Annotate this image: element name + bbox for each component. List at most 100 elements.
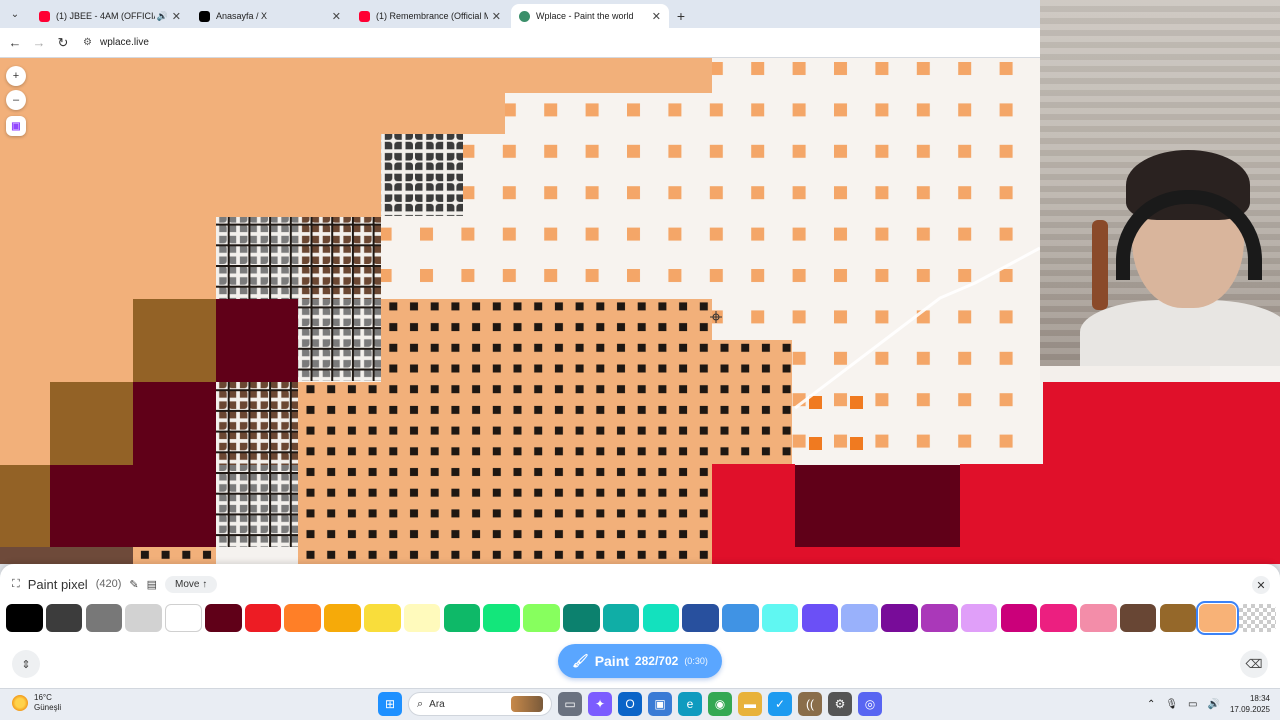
pencil-icon[interactable]: ✎ [129,578,138,591]
folder-icon[interactable]: ▬ [738,692,762,716]
file-explorer-icon[interactable]: ▭ [558,692,582,716]
color-swatch[interactable] [85,604,123,632]
copilot-icon[interactable]: ✦ [588,692,612,716]
system-tray: ⌃ 🎙 ▭ 🔊 18:34 17.09.2025 [1147,693,1270,715]
tab-youtube-jbee[interactable]: (1) JBEE - 4AM (OFFICIAL VI 🔊 ✕ [31,4,189,28]
color-swatch[interactable] [6,604,43,632]
tab-x-home[interactable]: Anasayfa / X ✕ [191,4,349,28]
color-swatch[interactable] [364,604,401,632]
search-placeholder: Ara [429,698,445,710]
taskbar-search[interactable]: ⌕ Ara [408,692,552,716]
color-swatch[interactable] [125,604,162,632]
plus-icon[interactable]: + [669,4,693,28]
chevron-up-icon[interactable]: ⌃ [1147,699,1155,710]
color-swatch[interactable] [960,604,998,632]
color-swatch[interactable] [682,604,719,632]
tab-wplace[interactable]: Wplace - Paint the world ✕ [511,4,669,28]
color-swatch[interactable] [881,604,918,632]
transparent-swatch[interactable] [1239,604,1276,632]
color-swatch[interactable] [165,604,202,632]
arrow-right-icon[interactable]: → [27,31,51,55]
close-icon[interactable]: ✕ [652,10,661,23]
chevron-down-icon[interactable]: ⌄ [3,2,27,26]
color-swatch[interactable] [642,604,680,632]
color-swatch[interactable] [761,604,799,632]
color-swatch[interactable] [45,604,83,632]
speaker-icon[interactable]: 🔊 [157,11,168,22]
webcam-overlay [1040,0,1280,366]
eraser-icon[interactable]: ⌫ [1240,650,1268,678]
network-icon[interactable]: ▭ [1188,699,1197,710]
x-logo-icon [199,10,210,22]
color-swatch[interactable] [1159,604,1197,632]
paint-button[interactable]: 🖌 Paint 282/702 (0:30) [558,644,722,678]
clock-time: 18:34 [1249,694,1270,703]
weather-temp: 16°C [34,693,52,702]
color-swatch[interactable] [204,604,242,632]
zoom-out-button[interactable]: – [6,90,26,110]
clock[interactable]: 18:34 17.09.2025 [1230,693,1270,715]
close-icon[interactable]: ✕ [332,10,341,23]
volume-icon[interactable]: 🔊 [1208,699,1220,710]
color-swatch[interactable] [1196,601,1239,635]
color-swatch[interactable] [443,604,481,632]
close-icon[interactable]: ✕ [172,10,181,23]
weather-widget[interactable]: 16°C Güneşli [12,693,61,713]
color-swatch[interactable] [403,604,441,632]
color-swatch[interactable] [324,604,361,632]
tab-strip: ⌄ (1) JBEE - 4AM (OFFICIAL VI 🔊 ✕ Anasay… [0,0,1040,28]
color-swatch[interactable] [1119,604,1157,632]
outlook-icon[interactable]: O [618,692,642,716]
globe-icon [519,10,530,22]
tab-title: (1) JBEE - 4AM (OFFICIAL VI [56,11,155,21]
move-button[interactable]: Move ↑ [165,575,218,593]
reload-icon[interactable]: ↻ [51,31,75,55]
arrow-left-icon[interactable]: ← [3,31,27,55]
discord-icon[interactable]: ◎ [858,692,882,716]
color-swatch[interactable] [841,604,878,632]
weather-desc: Güneşli [34,703,62,712]
chrome-icon[interactable]: ◉ [708,692,732,716]
tab-title: Wplace - Paint the world [536,11,634,21]
microphone-icon[interactable]: 🎙 [1165,699,1178,710]
paint-panel: ⛶ Paint pixel (420) ✎ ▤ Move ↑ ✕ ⇕ 🖌 Pai… [0,564,1280,688]
close-icon[interactable]: ✕ [1252,576,1270,594]
close-icon[interactable]: ✕ [492,10,501,23]
color-swatch[interactable] [1000,604,1038,632]
paint-timer: (0:30) [684,656,708,666]
url-text: wplace.live [99,37,149,48]
color-swatch[interactable] [722,604,759,632]
windows-start-icon[interactable]: ⊞ [378,692,402,716]
color-swatch[interactable] [244,604,282,632]
search-highlight-image [511,696,543,712]
paint-panel-header: ⛶ Paint pixel (420) ✎ ▤ Move ↑ [12,574,218,594]
taskbar-apps: ⊞ ⌕ Ara ▭ ✦ O ▣ e ◉ ▬ ✓ (( ⚙ ◎ [378,692,882,716]
pixel-count: (420) [95,578,122,590]
color-swatch[interactable] [562,604,600,632]
panel-title: Paint pixel [27,576,88,592]
edge-icon[interactable]: e [678,692,702,716]
collapse-toggle-icon[interactable]: ⇕ [12,650,40,678]
store-icon[interactable]: ▣ [648,692,672,716]
expand-icon[interactable]: ⛶ [12,578,20,591]
color-swatch[interactable] [1080,604,1117,632]
color-swatch[interactable] [602,604,640,632]
grid-icon[interactable]: ▤ [147,578,157,591]
twitter-icon[interactable]: ✓ [768,692,792,716]
color-swatch[interactable] [523,604,560,632]
color-swatch[interactable] [920,604,958,632]
tab-title: Anasayfa / X [216,11,268,21]
color-swatch[interactable] [483,604,520,632]
color-swatch[interactable] [284,604,322,632]
audio-app-icon[interactable]: (( [798,692,822,716]
tab-youtube-remembrance[interactable]: (1) Remembrance (Official Mus ✕ [351,4,509,28]
url-field[interactable]: ⚙ wplace.live [83,37,149,48]
clock-date: 17.09.2025 [1229,705,1270,714]
twitch-icon[interactable]: ▣ [6,116,26,136]
zoom-in-button[interactable]: + [6,66,26,86]
color-swatch[interactable] [801,604,839,632]
sun-icon [12,695,28,711]
color-swatch[interactable] [1040,604,1077,632]
settings-icon[interactable]: ⚙ [828,692,852,716]
tune-icon[interactable]: ⚙ [83,37,92,48]
